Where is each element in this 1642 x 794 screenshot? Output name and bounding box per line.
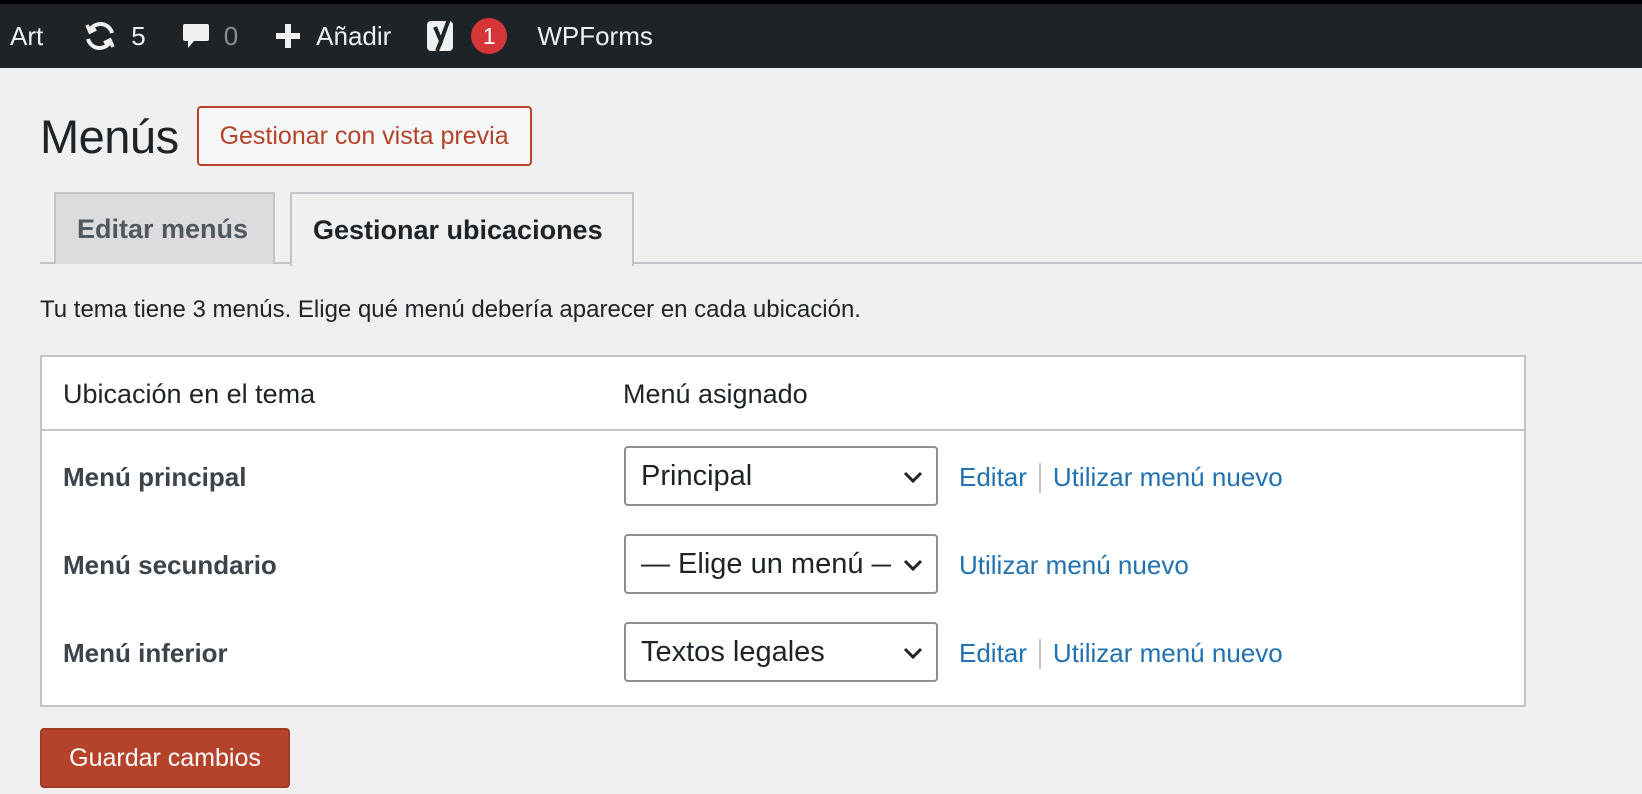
- use-new-menu-link[interactable]: Utilizar menú nuevo: [959, 550, 1189, 581]
- menu-select-primary[interactable]: Principal: [624, 446, 938, 506]
- add-new-link[interactable]: Añadir: [274, 4, 391, 68]
- table-row: Menú principal Principal Editar Utilizar…: [42, 446, 1524, 506]
- manage-with-preview-button[interactable]: Gestionar con vista previa: [196, 106, 532, 166]
- menu-locations-table: Ubicación en el tema Menú asignado Menú …: [40, 355, 1526, 707]
- table-row: Menú inferior Textos legales Editar Util…: [42, 622, 1524, 682]
- use-new-menu-link[interactable]: Utilizar menú nuevo: [1053, 638, 1283, 669]
- updates-link[interactable]: 5: [83, 4, 146, 68]
- site-name-link[interactable]: Art: [0, 4, 43, 68]
- select-value: — Elige un menú —: [641, 547, 891, 580]
- comments-link[interactable]: 0: [182, 4, 238, 68]
- nav-tabs: Editar menús Gestionar ubicaciones: [40, 192, 1642, 266]
- plus-icon: [276, 24, 301, 48]
- chevron-down-icon: [903, 559, 923, 572]
- save-changes-button[interactable]: Guardar cambios: [40, 728, 290, 788]
- comment-icon: [182, 24, 209, 48]
- row-actions: Editar Utilizar menú nuevo: [959, 638, 1283, 669]
- select-value: Principal: [641, 459, 753, 492]
- yoast-notification-badge: 1: [471, 18, 508, 54]
- updates-count: 5: [131, 20, 146, 51]
- wpforms-link[interactable]: WPForms: [537, 4, 653, 68]
- column-header-location: Ubicación en el tema: [63, 379, 316, 409]
- location-label: Menú inferior: [63, 638, 228, 668]
- site-name-label: Art: [10, 20, 44, 51]
- chevron-down-icon: [903, 471, 923, 484]
- row-actions: Utilizar menú nuevo: [959, 550, 1189, 581]
- wpforms-label: WPForms: [537, 20, 653, 51]
- edit-menu-link[interactable]: Editar: [959, 462, 1027, 493]
- select-value: Textos legales: [641, 635, 825, 668]
- column-header-assigned-menu: Menú asignado: [623, 379, 808, 409]
- yoast-menu[interactable]: 1: [425, 4, 508, 68]
- intro-text: Tu tema tiene 3 menús. Elige qué menú de…: [40, 296, 861, 323]
- table-header: Ubicación en el tema Menú asignado: [42, 357, 1524, 431]
- refresh-icon: [85, 22, 115, 50]
- page-header: Menús Gestionar con vista previa: [40, 106, 532, 166]
- yoast-logo-icon: [427, 18, 454, 52]
- admin-bar: Art 5 0 Añadir 1 WPForms: [0, 0, 1642, 68]
- location-label: Menú principal: [63, 462, 247, 492]
- edit-menu-link[interactable]: Editar: [959, 638, 1027, 669]
- comments-count: 0: [223, 20, 239, 51]
- location-label: Menú secundario: [63, 550, 277, 580]
- menu-select-footer[interactable]: Textos legales: [624, 622, 938, 682]
- page-title: Menús: [40, 109, 179, 163]
- link-separator: [1038, 462, 1041, 493]
- add-new-label: Añadir: [316, 20, 392, 51]
- menu-select-secondary[interactable]: — Elige un menú —: [624, 534, 938, 594]
- row-actions: Editar Utilizar menú nuevo: [959, 462, 1283, 493]
- tab-edit-menus[interactable]: Editar menús: [54, 192, 275, 264]
- table-row: Menú secundario — Elige un menú — Utiliz…: [42, 534, 1524, 594]
- link-separator: [1038, 638, 1041, 669]
- use-new-menu-link[interactable]: Utilizar menú nuevo: [1053, 462, 1283, 493]
- chevron-down-icon: [903, 647, 923, 660]
- tab-manage-locations[interactable]: Gestionar ubicaciones: [290, 192, 634, 266]
